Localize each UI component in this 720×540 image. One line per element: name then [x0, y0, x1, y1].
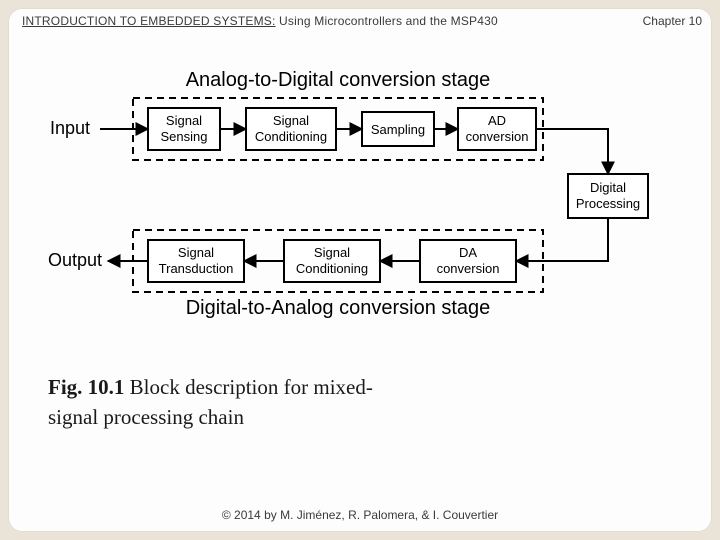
- t-dp-b: Processing: [576, 196, 640, 211]
- output-label: Output: [48, 250, 102, 270]
- figure-caption: Fig. 10.1 Block description for mixed-si…: [48, 372, 408, 433]
- t-ad-a: AD: [488, 113, 506, 128]
- title-prefix: INTRODUCTION TO EMBEDDED SYSTEMS:: [22, 14, 276, 28]
- t-sampling: Sampling: [371, 122, 425, 137]
- b-da-b: conversion: [437, 261, 500, 276]
- b-trans-a: Signal: [178, 245, 214, 260]
- title-suffix: Using Microcontrollers and the MSP430: [276, 14, 498, 28]
- chapter-label: Chapter 10: [643, 14, 702, 28]
- figure-area: Analog-to-Digital conversion stage Digit…: [48, 68, 672, 433]
- book-title: INTRODUCTION TO EMBEDDED SYSTEMS: Using …: [22, 14, 498, 28]
- t-ad-b: conversion: [466, 129, 529, 144]
- figure-number: Fig. 10.1: [48, 375, 124, 399]
- t-cond-b: Conditioning: [255, 129, 327, 144]
- arrow-from-dp: [516, 218, 608, 261]
- slide: INTRODUCTION TO EMBEDDED SYSTEMS: Using …: [8, 8, 712, 532]
- dac-stage-title: Digital-to-Analog conversion stage: [186, 297, 491, 319]
- arrow-to-dp: [536, 129, 608, 174]
- b-cond-a: Signal: [314, 245, 350, 260]
- adc-stage-title: Analog-to-Digital conversion stage: [186, 69, 491, 91]
- t-sensing-b: Sensing: [161, 129, 208, 144]
- t-sensing-a: Signal: [166, 113, 202, 128]
- t-dp-a: Digital: [590, 180, 626, 195]
- input-label: Input: [50, 118, 90, 138]
- b-trans-b: Transduction: [159, 261, 234, 276]
- copyright-footer: © 2014 by M. Jiménez, R. Palomera, & I. …: [8, 508, 712, 522]
- t-cond-a: Signal: [273, 113, 309, 128]
- b-da-a: DA: [459, 245, 477, 260]
- block-diagram: Analog-to-Digital conversion stage Digit…: [48, 68, 668, 328]
- b-cond-b: Conditioning: [296, 261, 368, 276]
